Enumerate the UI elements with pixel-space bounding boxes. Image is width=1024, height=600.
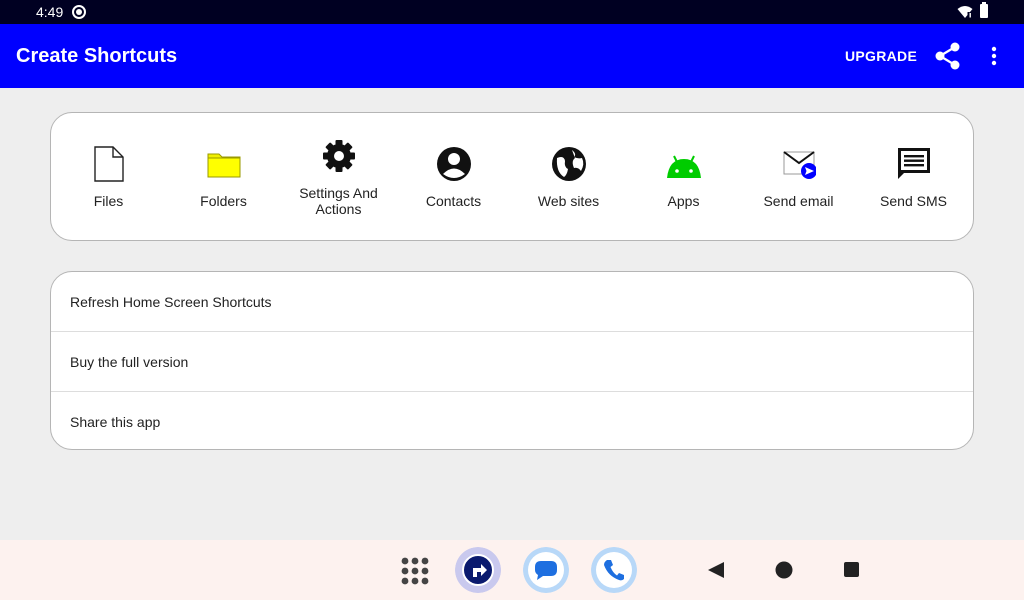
shortcut-folders[interactable]: Folders <box>166 113 281 240</box>
shortcut-send-email[interactable]: Send email <box>741 113 856 240</box>
menu-item-label: Refresh Home Screen Shortcuts <box>70 294 272 310</box>
status-time: 4:49 <box>36 4 64 20</box>
shortcut-websites[interactable]: Web sites <box>511 113 626 240</box>
menu-item-label: Buy the full version <box>70 354 189 370</box>
shortcut-label: Folders <box>200 193 247 209</box>
shortcut-label: Settings And Actions <box>299 185 378 217</box>
actions-menu-card: Refresh Home Screen Shortcuts Buy the fu… <box>50 271 974 450</box>
shortcut-label: Send email <box>763 193 834 209</box>
share-icon[interactable] <box>930 40 966 72</box>
account-icon <box>437 147 471 181</box>
navigation-bar <box>0 540 1024 600</box>
shortcut-send-sms[interactable]: Send SMS <box>856 113 971 240</box>
message-icon <box>898 148 930 179</box>
recents-icon[interactable] <box>843 561 861 579</box>
file-icon <box>94 146 124 182</box>
email-send-icon <box>783 151 816 179</box>
shortcut-label: Send SMS <box>880 193 947 209</box>
sync-status-icon <box>72 5 86 19</box>
upgrade-button[interactable]: UPGRADE <box>834 38 928 74</box>
page-title: Create Shortcuts <box>16 45 178 67</box>
shortcut-settings[interactable]: Settings And Actions <box>281 113 396 240</box>
shortcut-types-card: Files Folders Settings And Actions Conta… <box>50 112 974 241</box>
menu-item-refresh-shortcuts[interactable]: Refresh Home Screen Shortcuts <box>51 272 973 332</box>
shortcut-app-icon[interactable] <box>455 547 501 593</box>
shortcut-label: Web sites <box>537 193 600 209</box>
shortcut-label: Apps <box>667 193 700 209</box>
more-options-icon[interactable] <box>982 40 1006 72</box>
wifi-icon <box>957 6 973 18</box>
apps-grid-icon[interactable] <box>400 556 430 586</box>
menu-item-buy-full-version[interactable]: Buy the full version <box>51 332 973 392</box>
shortcut-files[interactable]: Files <box>51 113 166 240</box>
folder-icon <box>207 153 241 178</box>
menu-item-label: Share this app <box>70 414 161 430</box>
phone-app-icon[interactable] <box>591 547 637 593</box>
home-icon[interactable] <box>774 560 794 580</box>
battery-icon <box>980 2 988 18</box>
menu-item-share-app[interactable]: Share this app <box>51 392 973 449</box>
gear-icon <box>323 140 355 172</box>
globe-icon <box>552 147 586 181</box>
shortcut-label: Files <box>93 193 124 209</box>
shortcut-apps[interactable]: Apps <box>626 113 741 240</box>
shortcut-label: Contacts <box>425 193 482 209</box>
app-bar: Create Shortcuts UPGRADE <box>0 24 1024 88</box>
shortcut-contacts[interactable]: Contacts <box>396 113 511 240</box>
status-bar: 4:49 <box>0 0 1024 24</box>
back-icon[interactable] <box>706 561 726 579</box>
messages-app-icon[interactable] <box>523 547 569 593</box>
android-icon <box>667 155 701 178</box>
